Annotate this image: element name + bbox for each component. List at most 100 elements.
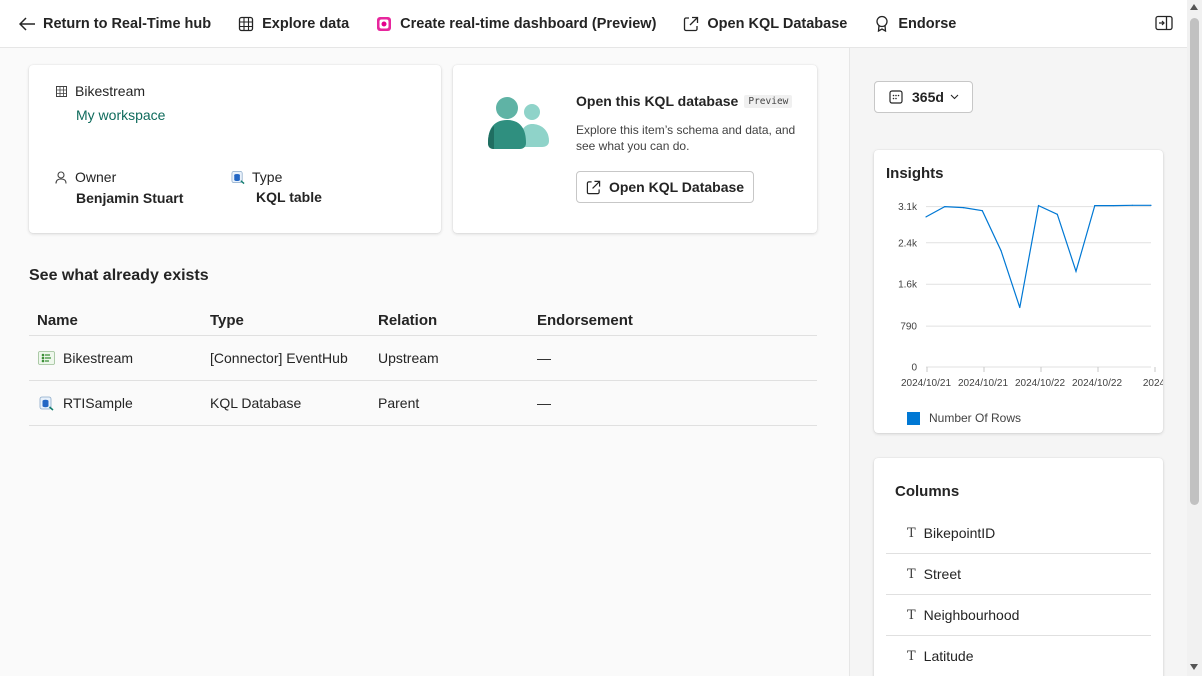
scroll-down-arrow-icon[interactable] xyxy=(1190,664,1198,670)
list-item[interactable]: T Street xyxy=(886,554,1151,595)
owner-label: Owner xyxy=(75,169,117,185)
scroll-thumb[interactable] xyxy=(1190,18,1199,505)
toolbar: Return to Real-Time hub Explore data Cre… xyxy=(0,0,1187,48)
x-tick-label: 2024 xyxy=(1143,378,1163,389)
header-name: Name xyxy=(37,311,78,329)
create-dashboard-button[interactable]: Create real-time dashboard (Preview) xyxy=(375,0,656,48)
endorse-button[interactable]: Endorse xyxy=(873,0,956,48)
row-relation: Upstream xyxy=(378,350,439,366)
existing-items-table: Name Type Relation Endorsement Bikestrea… xyxy=(29,305,817,426)
y-tick-label: 0 xyxy=(911,363,917,374)
header-endorsement: Endorsement xyxy=(537,311,633,329)
eventstream-icon xyxy=(37,351,55,365)
workspace-link[interactable]: My workspace xyxy=(76,107,165,123)
vertical-scrollbar[interactable] xyxy=(1187,0,1202,676)
open-kql-toolbar-button[interactable]: Open KQL Database xyxy=(682,0,847,48)
y-tick-label: 2.4k xyxy=(898,238,918,249)
type-label: Type xyxy=(252,169,283,185)
dashboard-icon xyxy=(375,15,393,33)
people-illustration-icon xyxy=(486,95,550,154)
text-type-icon: T xyxy=(907,525,916,541)
data-point xyxy=(1112,204,1115,207)
text-type-icon: T xyxy=(907,648,916,664)
kql-database-icon xyxy=(37,396,55,411)
item-name-row: Bikestream xyxy=(54,83,145,99)
return-button[interactable]: Return to Real-Time hub xyxy=(18,0,211,48)
columns-card: Columns T BikepointID T Street T Neighbo… xyxy=(874,458,1163,676)
time-range-dropdown[interactable]: 365d xyxy=(874,81,973,113)
data-point xyxy=(1000,249,1002,252)
legend-swatch xyxy=(907,411,920,425)
column-name: Street xyxy=(923,566,962,582)
data-point xyxy=(962,207,965,209)
table-icon xyxy=(54,84,68,98)
table-row[interactable]: RTISample KQL Database Parent — xyxy=(29,381,817,426)
data-point xyxy=(1056,213,1058,215)
calendar-icon xyxy=(889,90,903,104)
item-name: Bikestream xyxy=(75,83,146,99)
preview-badge: Preview xyxy=(744,94,793,108)
data-point xyxy=(981,210,983,212)
person-icon xyxy=(54,170,68,184)
header-type: Type xyxy=(210,311,244,329)
open-kql-title-text: Open this KQL database xyxy=(576,93,739,109)
owner-value: Benjamin Stuart xyxy=(76,190,184,206)
open-external-icon xyxy=(586,180,601,195)
list-item[interactable]: T BikepointID xyxy=(886,513,1151,554)
panel-toggle-icon[interactable] xyxy=(1155,15,1173,33)
explore-data-button[interactable]: Explore data xyxy=(237,0,349,48)
section-title: See what already exists xyxy=(29,267,209,284)
x-tick-label: 2024/10/21 xyxy=(901,378,951,389)
endorse-label: Endorse xyxy=(898,15,957,32)
y-tick-label: 790 xyxy=(900,322,917,333)
data-point xyxy=(1075,270,1077,272)
arrow-left-icon xyxy=(18,15,36,33)
data-point xyxy=(1037,204,1040,207)
table-row[interactable]: Bikestream [Connector] EventHub Upstream… xyxy=(29,336,817,381)
owner-row: Owner xyxy=(54,169,116,185)
kql-database-icon xyxy=(231,170,245,184)
ribbon-icon xyxy=(873,15,891,33)
header-relation: Relation xyxy=(378,311,438,329)
open-kql-card: Open this KQL database Preview Explore t… xyxy=(453,65,817,233)
column-name: BikepointID xyxy=(923,525,996,541)
list-item[interactable]: T Neighbourhood xyxy=(886,595,1151,636)
return-label: Return to Real-Time hub xyxy=(43,15,212,32)
table-header: Name Type Relation Endorsement xyxy=(29,305,817,336)
list-item[interactable]: T Latitude xyxy=(886,636,1151,676)
scroll-up-arrow-icon[interactable] xyxy=(1190,4,1198,10)
x-tick-label: 2024/10/22 xyxy=(1072,378,1122,389)
legend-label: Number Of Rows xyxy=(929,411,1022,425)
data-point xyxy=(1131,204,1133,206)
dashboard-label: Create real-time dashboard (Preview) xyxy=(400,15,657,32)
x-tick-label: 2024/10/21 xyxy=(958,378,1008,389)
data-point xyxy=(1019,306,1021,309)
open-kql-description: Explore this item’s schema and data, and… xyxy=(576,123,796,153)
row-type: KQL Database xyxy=(210,395,302,411)
time-range-label: 365d xyxy=(912,89,944,105)
table-grid-icon xyxy=(237,15,255,33)
insights-line-chart: 0 790 1.6k 2.4k 3.1k 2024/10/21 2024/10/21 2024… xyxy=(898,202,1163,389)
column-name: Latitude xyxy=(923,648,974,664)
text-type-icon: T xyxy=(907,607,916,623)
item-info-card: Bikestream My workspace Owner Benjamin S… xyxy=(29,65,441,233)
explore-label: Explore data xyxy=(262,15,350,32)
row-relation: Parent xyxy=(378,395,420,411)
row-endorsement: — xyxy=(537,395,551,411)
data-point xyxy=(944,205,946,208)
data-point xyxy=(1094,204,1096,207)
open-kql-toolbar-label: Open KQL Database xyxy=(707,15,848,32)
columns-list: T BikepointID T Street T Neighbourhood T… xyxy=(886,513,1151,676)
open-kql-button-label: Open KQL Database xyxy=(608,179,745,195)
y-tick-label: 1.6k xyxy=(898,280,918,291)
row-name: RTISample xyxy=(63,395,133,411)
open-kql-title: Open this KQL database Preview xyxy=(576,93,793,109)
columns-title: Columns xyxy=(895,483,960,500)
data-point xyxy=(1150,204,1152,206)
insights-title: Insights xyxy=(886,165,944,182)
open-kql-database-button[interactable]: Open KQL Database xyxy=(576,171,754,203)
chart-legend: Number Of Rows xyxy=(907,411,1021,425)
row-type: [Connector] EventHub xyxy=(210,350,348,366)
x-tick-label: 2024/10/22 xyxy=(1015,378,1065,389)
type-row: Type xyxy=(231,169,282,185)
